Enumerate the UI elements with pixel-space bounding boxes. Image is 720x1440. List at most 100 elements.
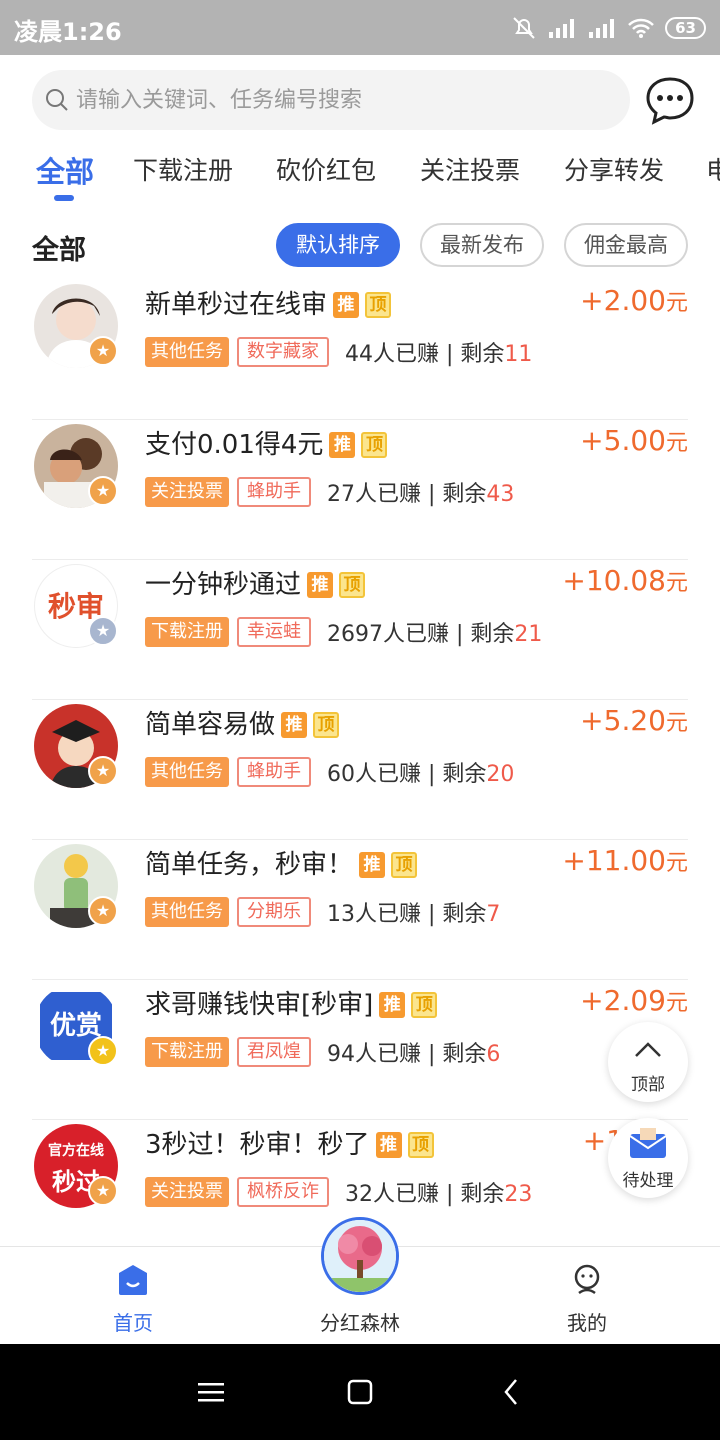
chevron-up-icon bbox=[635, 1042, 661, 1057]
search-box[interactable] bbox=[32, 70, 630, 130]
earned-count: 44人已赚 | 剩余11 bbox=[345, 342, 533, 367]
level-badge-icon: ★ bbox=[88, 476, 118, 506]
category-tag: 下载注册 bbox=[145, 1037, 229, 1067]
category-tag: 下载注册 bbox=[145, 617, 229, 647]
back-to-top-button[interactable]: 顶部 bbox=[608, 1022, 688, 1102]
task-item[interactable]: ★ 简单容易做推顶 +5.20元 其他任务 蜂助手 60人已赚 | 剩余20 bbox=[0, 700, 720, 840]
task-reward: +10.08元 bbox=[562, 564, 688, 597]
level-badge-icon: ★ bbox=[88, 1036, 118, 1066]
task-reward: +11.00元 bbox=[562, 844, 688, 877]
back-icon[interactable] bbox=[502, 1378, 520, 1406]
tab-all[interactable]: 全部 bbox=[36, 149, 94, 191]
recommend-tag: 推 bbox=[307, 572, 334, 598]
task-meta: 下载注册 幸运蛙 2697人已赚 | 剩余21 bbox=[145, 616, 542, 648]
search-input[interactable] bbox=[76, 87, 596, 113]
wifi-icon bbox=[628, 18, 655, 38]
level-badge-icon: ★ bbox=[88, 616, 118, 646]
category-tabs: 全部 下载注册 砍价红包 关注投票 分享转发 电 bbox=[0, 145, 720, 207]
avatar-logo-text: 官方在线 bbox=[48, 1143, 104, 1159]
chat-bubble-icon bbox=[646, 77, 694, 125]
task-item[interactable]: ★ 新单秒过在线审推顶 +2.00元 其他任务 数字藏家 44人已赚 | 剩余1… bbox=[0, 280, 720, 420]
task-title: 一分钟秒通过推顶 bbox=[145, 564, 366, 601]
status-time: 凌晨1:26 bbox=[14, 18, 122, 46]
task-item[interactable]: 秒审 ★ 一分钟秒通过推顶 +10.08元 下载注册 幸运蛙 2697人已赚 |… bbox=[0, 560, 720, 700]
level-badge-icon: ★ bbox=[88, 336, 118, 366]
home-icon bbox=[119, 1265, 147, 1295]
source-tag: 幸运蛙 bbox=[237, 617, 311, 647]
pending-label: 待处理 bbox=[622, 1171, 674, 1191]
tab-follow-vote[interactable]: 关注投票 bbox=[420, 151, 520, 187]
tab-bargain-redpacket[interactable]: 砍价红包 bbox=[276, 151, 376, 187]
earned-count: 2697人已赚 | 剩余21 bbox=[327, 622, 543, 647]
source-tag: 数字藏家 bbox=[237, 337, 329, 367]
avatar-logo-text: 优赏 bbox=[49, 1011, 102, 1041]
user-icon bbox=[574, 1264, 600, 1295]
nav-home[interactable]: 首页 bbox=[43, 1247, 223, 1345]
top-tag: 顶 bbox=[407, 1132, 434, 1158]
recommend-tag: 推 bbox=[329, 432, 356, 458]
source-tag: 君凤煌 bbox=[237, 1037, 311, 1067]
task-title: 简单任务，秒审！推顶 bbox=[145, 844, 418, 881]
system-nav-bar bbox=[0, 1344, 720, 1440]
top-tag: 顶 bbox=[361, 432, 388, 458]
level-badge-icon: ★ bbox=[88, 1176, 118, 1206]
tree-icon bbox=[324, 1220, 396, 1292]
task-title: 支付0.01得4元推顶 bbox=[145, 424, 388, 461]
nav-mine-label: 我的 bbox=[567, 1311, 607, 1335]
sort-commission-button[interactable]: 佣金最高 bbox=[564, 223, 688, 267]
recommend-tag: 推 bbox=[281, 712, 308, 738]
task-title: 3秒过！秒审！秒了推顶 bbox=[145, 1124, 434, 1161]
search-row bbox=[0, 55, 720, 145]
top-tag: 顶 bbox=[339, 572, 366, 598]
status-bar: 凌晨1:26 63 bbox=[0, 0, 720, 55]
task-meta: 其他任务 蜂助手 60人已赚 | 剩余20 bbox=[145, 756, 514, 788]
battery-indicator: 63 bbox=[665, 17, 706, 39]
task-meta: 关注投票 蜂助手 27人已赚 | 剩余43 bbox=[145, 476, 514, 508]
forest-avatar[interactable] bbox=[321, 1217, 399, 1295]
task-meta: 关注投票 枫桥反诈 32人已赚 | 剩余23 bbox=[145, 1176, 532, 1208]
task-item[interactable]: ★ 支付0.01得4元推顶 +5.00元 关注投票 蜂助手 27人已赚 | 剩余… bbox=[0, 420, 720, 560]
menu-icon[interactable] bbox=[198, 1381, 224, 1403]
task-meta: 其他任务 数字藏家 44人已赚 | 剩余11 bbox=[145, 336, 532, 368]
source-tag: 蜂助手 bbox=[237, 757, 311, 787]
category-tag: 关注投票 bbox=[145, 477, 229, 507]
source-tag: 蜂助手 bbox=[237, 477, 311, 507]
level-badge-icon: ★ bbox=[88, 756, 118, 786]
recommend-tag: 推 bbox=[379, 992, 406, 1018]
pending-button[interactable]: 待处理 bbox=[608, 1118, 688, 1198]
category-tag: 其他任务 bbox=[145, 337, 229, 367]
task-reward: +2.00元 bbox=[580, 284, 688, 317]
tab-share-forward[interactable]: 分享转发 bbox=[564, 151, 664, 187]
signal-icon-2 bbox=[589, 19, 615, 38]
task-title: 求哥赚钱快审[秒审] 推顶 bbox=[145, 984, 438, 1021]
category-tag: 关注投票 bbox=[145, 1177, 229, 1207]
sort-newest-button[interactable]: 最新发布 bbox=[420, 223, 544, 267]
earned-count: 94人已赚 | 剩余6 bbox=[327, 1042, 501, 1067]
home-square-icon[interactable] bbox=[347, 1379, 373, 1405]
top-tag: 顶 bbox=[313, 712, 340, 738]
top-tag: 顶 bbox=[365, 292, 392, 318]
message-button[interactable] bbox=[644, 75, 696, 125]
nav-forest-label: 分红森林 bbox=[320, 1311, 400, 1335]
category-tag: 其他任务 bbox=[145, 757, 229, 787]
task-reward: +5.20元 bbox=[580, 704, 688, 737]
earned-count: 60人已赚 | 剩余20 bbox=[327, 762, 515, 787]
task-meta: 其他任务 分期乐 13人已赚 | 剩余7 bbox=[145, 896, 500, 928]
nav-mine[interactable]: 我的 bbox=[497, 1247, 677, 1345]
task-reward: +5.00元 bbox=[580, 424, 688, 457]
earned-count: 13人已赚 | 剩余7 bbox=[327, 902, 501, 927]
recommend-tag: 推 bbox=[359, 852, 386, 878]
tab-download-register[interactable]: 下载注册 bbox=[133, 151, 233, 187]
earned-count: 27人已赚 | 剩余43 bbox=[327, 482, 515, 507]
envelope-icon bbox=[629, 1128, 667, 1158]
source-tag: 分期乐 bbox=[237, 897, 311, 927]
top-tag: 顶 bbox=[391, 852, 418, 878]
tab-more[interactable]: 电 bbox=[706, 151, 720, 187]
task-item[interactable]: ★ 简单任务，秒审！推顶 +11.00元 其他任务 分期乐 13人已赚 | 剩余… bbox=[0, 840, 720, 980]
search-icon bbox=[46, 89, 68, 111]
level-badge-icon: ★ bbox=[88, 896, 118, 926]
nav-home-label: 首页 bbox=[113, 1311, 153, 1335]
sort-default-button[interactable]: 默认排序 bbox=[276, 223, 400, 267]
earned-count: 32人已赚 | 剩余23 bbox=[345, 1182, 533, 1207]
tab-indicator bbox=[54, 195, 74, 201]
